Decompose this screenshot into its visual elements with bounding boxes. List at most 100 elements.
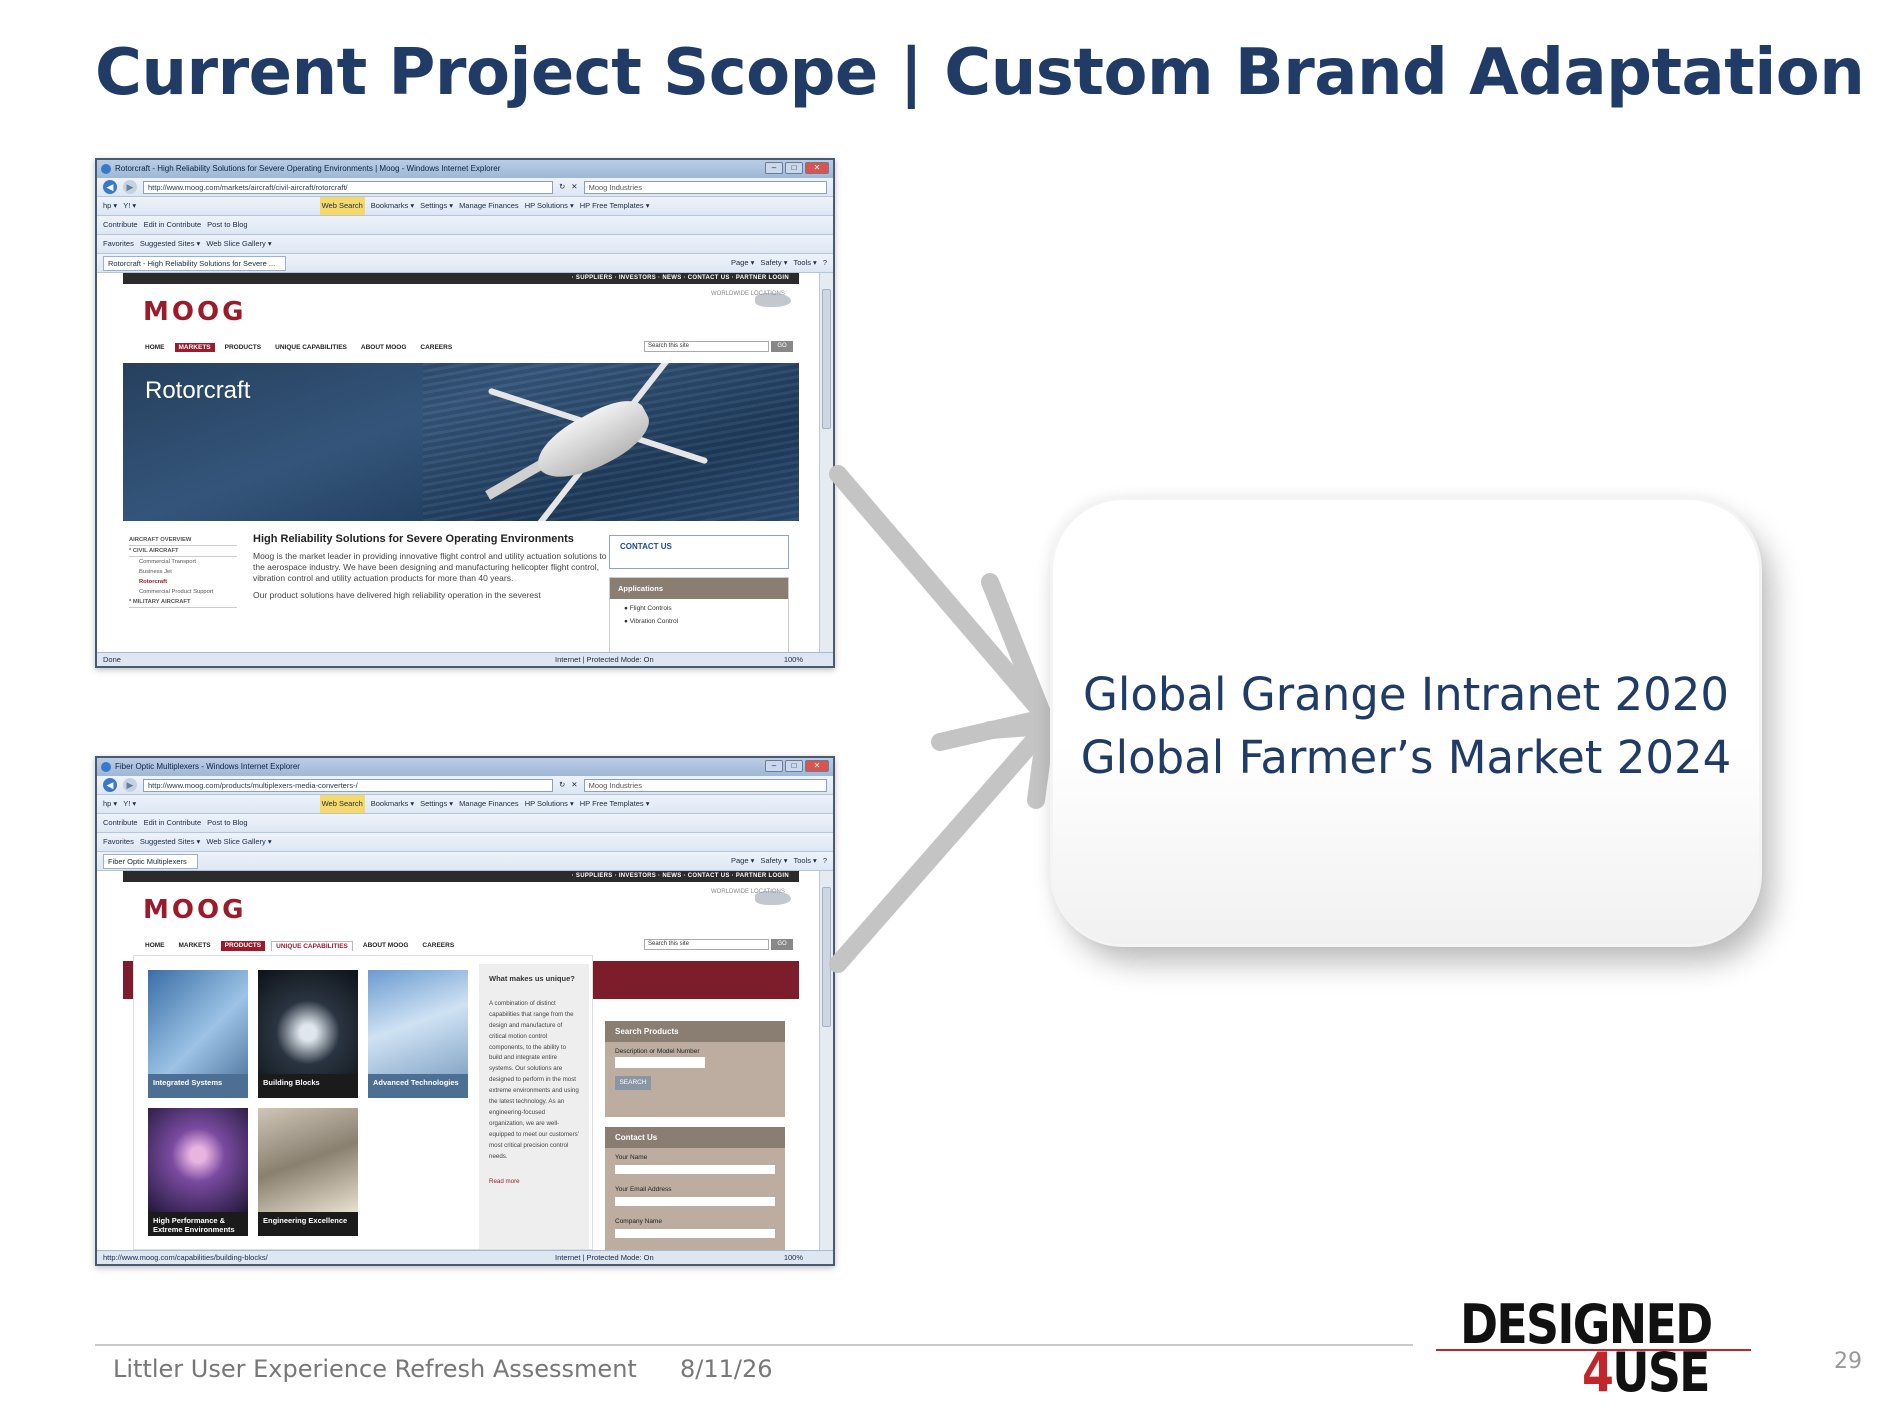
sidebar-overview[interactable]: AIRCRAFT OVERVIEW — [129, 535, 237, 546]
contribute-button[interactable]: Contribute — [103, 814, 138, 832]
safety-menu[interactable]: Safety ▾ — [760, 254, 787, 272]
stop-icon[interactable]: ✕ — [571, 776, 577, 794]
web-search-button[interactable]: Web Search — [319, 795, 365, 813]
sidebar-military[interactable]: * MILITARY AIRCRAFT — [129, 597, 237, 608]
hp-templates-button[interactable]: HP Free Templates ▾ — [580, 795, 650, 813]
read-more-link[interactable]: Read more — [489, 1177, 579, 1188]
browser-tab[interactable]: Fiber Optic Multiplexers — [103, 853, 198, 869]
yahoo-icon[interactable]: Y! ▾ — [123, 795, 136, 813]
search-products-button[interactable]: SEARCH — [615, 1076, 651, 1090]
tile-high-performance[interactable]: High Performance & Extreme Environments — [148, 1108, 248, 1236]
page-menu[interactable]: Page ▾ — [731, 254, 754, 272]
web-slice-button[interactable]: Web Slice Gallery ▾ — [206, 235, 271, 253]
vertical-scrollbar[interactable] — [819, 273, 833, 652]
zoom-level[interactable]: 100% — [784, 1251, 803, 1264]
moog-logo[interactable]: MOOG — [143, 895, 246, 925]
tools-menu[interactable]: Tools ▾ — [793, 254, 816, 272]
suggested-sites-button[interactable]: Suggested Sites ▾ — [140, 235, 200, 253]
worldwide-locations-link[interactable]: WORLDWIDE LOCATIONS — [711, 291, 791, 307]
browser-search-input[interactable]: Moog Industries — [583, 180, 827, 194]
nav-unique-capabilities[interactable]: UNIQUE CAPABILITIES — [271, 941, 353, 951]
bookmarks-button[interactable]: Bookmarks ▾ — [371, 197, 414, 215]
application-item[interactable]: ● Flight Controls — [610, 599, 788, 612]
stop-icon[interactable]: ✕ — [571, 178, 577, 196]
back-icon[interactable]: ◀ — [103, 180, 117, 194]
refresh-icon[interactable]: ↻ — [559, 776, 565, 794]
edit-contribute-button[interactable]: Edit in Contribute — [144, 216, 202, 234]
scroll-thumb[interactable] — [822, 289, 831, 429]
web-search-button[interactable]: Web Search — [319, 197, 365, 215]
post-blog-button[interactable]: Post to Blog — [207, 814, 247, 832]
back-icon[interactable]: ◀ — [103, 778, 117, 792]
model-number-input[interactable] — [615, 1057, 705, 1068]
address-input[interactable]: http://www.moog.com/markets/aircraft/civ… — [143, 180, 553, 194]
sidebar-item[interactable]: Commercial Product Support — [129, 587, 237, 597]
nav-about[interactable]: ABOUT MOOG — [357, 343, 411, 352]
vertical-scrollbar[interactable] — [819, 871, 833, 1250]
maximize-icon[interactable]: □ — [785, 162, 803, 174]
page-menu[interactable]: Page ▾ — [731, 852, 754, 870]
close-icon[interactable]: ✕ — [805, 760, 829, 772]
minimize-icon[interactable]: – — [765, 162, 783, 174]
tile-building-blocks[interactable]: Building Blocks — [258, 970, 358, 1098]
yahoo-icon[interactable]: Y! ▾ — [123, 197, 136, 215]
moog-utility-nav[interactable]: · SUPPLIERS · INVESTORS · NEWS · CONTACT… — [123, 273, 799, 284]
favorites-button[interactable]: Favorites — [103, 833, 134, 851]
nav-careers[interactable]: CAREERS — [418, 941, 458, 951]
settings-button[interactable]: Settings ▾ — [420, 197, 453, 215]
safety-menu[interactable]: Safety ▾ — [760, 852, 787, 870]
help-icon[interactable]: ? — [823, 254, 827, 272]
maximize-icon[interactable]: □ — [785, 760, 803, 772]
nav-careers[interactable]: CAREERS — [416, 343, 456, 352]
hp-icon[interactable]: hp ▾ — [103, 197, 117, 215]
manage-finances-button[interactable]: Manage Finances — [459, 197, 519, 215]
hp-solutions-button[interactable]: HP Solutions ▾ — [525, 197, 574, 215]
forward-icon[interactable]: ▶ — [123, 778, 137, 792]
bookmarks-button[interactable]: Bookmarks ▾ — [371, 795, 414, 813]
tile-advanced-technologies[interactable]: Advanced Technologies — [368, 970, 468, 1098]
moog-utility-nav[interactable]: · SUPPLIERS · INVESTORS · NEWS · CONTACT… — [123, 871, 799, 882]
hp-icon[interactable]: hp ▾ — [103, 795, 117, 813]
worldwide-locations-link[interactable]: WORLDWIDE LOCATIONS — [711, 889, 791, 905]
help-icon[interactable]: ? — [823, 852, 827, 870]
nav-unique-capabilities[interactable]: UNIQUE CAPABILITIES — [271, 343, 351, 352]
minimize-icon[interactable]: – — [765, 760, 783, 772]
refresh-icon[interactable]: ↻ — [559, 178, 565, 196]
nav-about[interactable]: ABOUT MOOG — [359, 941, 413, 951]
sidebar-civil[interactable]: * CIVIL AIRCRAFT — [129, 546, 237, 557]
site-search-go-button[interactable]: GO — [771, 939, 793, 950]
suggested-sites-button[interactable]: Suggested Sites ▾ — [140, 833, 200, 851]
nav-markets[interactable]: MARKETS — [175, 941, 215, 951]
manage-finances-button[interactable]: Manage Finances — [459, 795, 519, 813]
address-input[interactable]: http://www.moog.com/products/multiplexer… — [143, 778, 553, 792]
contact-us-link[interactable]: CONTACT US — [609, 535, 789, 569]
nav-products[interactable]: PRODUCTS — [220, 941, 266, 951]
zoom-level[interactable]: 100% — [784, 653, 803, 666]
favorites-button[interactable]: Favorites — [103, 235, 134, 253]
tile-integrated-systems[interactable]: Integrated Systems — [148, 970, 248, 1098]
tile-engineering-excellence[interactable]: Engineering Excellence — [258, 1108, 358, 1236]
forward-icon[interactable]: ▶ — [123, 180, 137, 194]
settings-button[interactable]: Settings ▾ — [420, 795, 453, 813]
post-blog-button[interactable]: Post to Blog — [207, 216, 247, 234]
company-input[interactable] — [615, 1229, 775, 1238]
site-search-go-button[interactable]: GO — [771, 341, 793, 352]
application-item[interactable]: ● Vibration Control — [610, 612, 788, 625]
site-search-input[interactable]: Search this site — [644, 341, 769, 352]
site-search-input[interactable]: Search this site — [644, 939, 769, 950]
nav-products[interactable]: PRODUCTS — [221, 343, 265, 352]
close-icon[interactable]: ✕ — [805, 162, 829, 174]
name-input[interactable] — [615, 1165, 775, 1174]
sidebar-item[interactable]: Business Jet — [129, 567, 237, 577]
sidebar-item[interactable]: Commercial Transport — [129, 557, 237, 567]
browser-search-input[interactable]: Moog Industries — [583, 778, 827, 792]
nav-markets[interactable]: MARKETS — [174, 343, 215, 352]
contribute-button[interactable]: Contribute — [103, 216, 138, 234]
browser-tab[interactable]: Rotorcraft - High Reliability Solutions … — [103, 255, 287, 271]
scroll-thumb[interactable] — [822, 887, 831, 1027]
nav-home[interactable]: HOME — [141, 343, 169, 352]
hp-solutions-button[interactable]: HP Solutions ▾ — [525, 795, 574, 813]
web-slice-button[interactable]: Web Slice Gallery ▾ — [206, 833, 271, 851]
hp-templates-button[interactable]: HP Free Templates ▾ — [580, 197, 650, 215]
nav-home[interactable]: HOME — [141, 941, 169, 951]
